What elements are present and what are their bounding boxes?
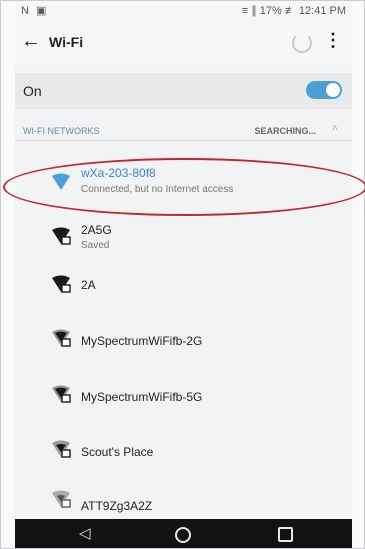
wifi-locked-icon (52, 227, 71, 245)
nav-recents-icon[interactable] (278, 527, 293, 542)
network-item[interactable]: MySpectrumWiFifb-5G (15, 371, 352, 419)
network-name: Scout's Place (81, 445, 154, 459)
overflow-menu-icon[interactable]: ⋮ (324, 30, 342, 51)
wifi-locked-icon (52, 329, 71, 347)
toggle-knob (326, 83, 340, 97)
refresh-icon[interactable] (292, 33, 312, 53)
wifi-locked-icon (52, 440, 71, 458)
screenshot-frame: N ▣ ≡ ∥ 17% ≢ 12:41 PM ← Wi-Fi ⋮ On WI-F… (0, 0, 365, 549)
network-status: Saved (81, 240, 110, 251)
nav-home-icon[interactable] (175, 527, 191, 543)
network-item[interactable]: ATT9Zg3A2Z (15, 476, 352, 524)
status-right-text: ≡ ∥ 17% ≢ 12:41 PM (241, 5, 346, 17)
status-bar: N ▣ ≡ ∥ 17% ≢ 12:41 PM (15, 1, 352, 21)
page-title: Wi-Fi (49, 34, 84, 50)
section-title: WI-FI NETWORKS (23, 126, 100, 136)
caret-icon: ˄ (332, 123, 338, 134)
app-bar: ← Wi-Fi ⋮ (15, 21, 352, 65)
phone-screen: N ▣ ≡ ∥ 17% ≢ 12:41 PM ← Wi-Fi ⋮ On WI-F… (15, 1, 352, 548)
network-name: MySpectrumWiFifb-5G (81, 390, 203, 404)
wifi-toggle[interactable] (306, 81, 342, 99)
networks-section-header: WI-FI NETWORKS SEARCHING... ˄ (15, 119, 352, 139)
section-divider (15, 140, 352, 141)
network-name: ATT9Zg3A2Z (81, 499, 153, 513)
toggle-label: On (23, 83, 42, 99)
searching-status: SEARCHING... (254, 126, 316, 136)
wifi-toggle-row[interactable]: On (15, 73, 352, 109)
network-item[interactable]: 2A (15, 261, 352, 309)
nav-back-icon[interactable]: ◁ (79, 524, 91, 542)
network-item[interactable]: Scout's Place (15, 426, 352, 474)
status-left-icons: N ▣ (21, 5, 49, 17)
wifi-locked-icon (52, 385, 71, 403)
back-arrow-icon[interactable]: ← (21, 30, 41, 53)
annotation-circle (3, 158, 365, 216)
wifi-locked-icon (52, 275, 71, 293)
network-name: MySpectrumWiFifb-2G (81, 334, 203, 348)
network-item[interactable]: 2A5G Saved (15, 215, 352, 263)
wifi-locked-icon (52, 490, 71, 508)
network-name: 2A (81, 278, 96, 292)
network-name: 2A5G (81, 223, 112, 237)
network-item[interactable]: MySpectrumWiFifb-2G (15, 315, 352, 363)
navigation-bar: ◁ (15, 519, 352, 548)
